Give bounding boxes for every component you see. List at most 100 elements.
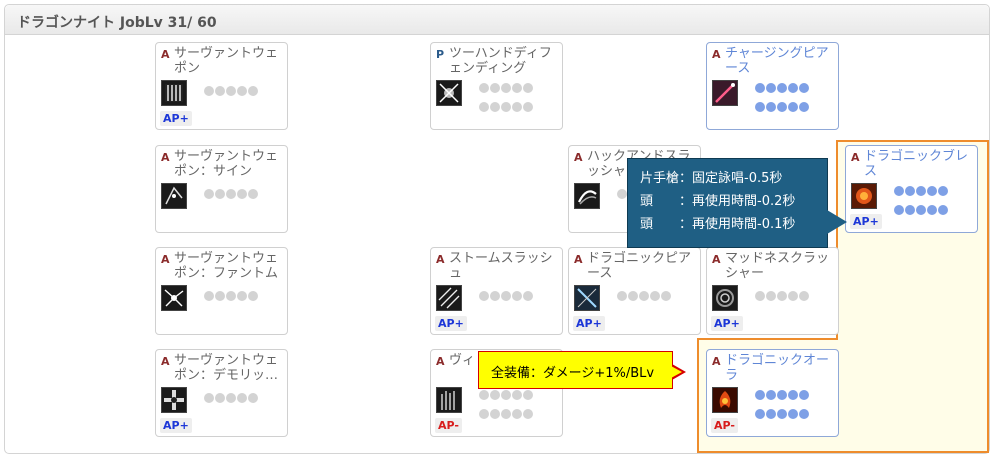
skill-card[interactable]: A チャージングピアース	[706, 42, 839, 130]
level-dot[interactable]	[501, 102, 511, 112]
level-dot[interactable]	[755, 390, 765, 400]
level-dot[interactable]	[523, 390, 533, 400]
level-dot[interactable]	[755, 102, 765, 112]
level-dot[interactable]	[490, 390, 500, 400]
level-dot[interactable]	[777, 83, 787, 93]
level-dot[interactable]	[894, 186, 904, 196]
level-dot[interactable]	[512, 102, 522, 112]
level-dot[interactable]	[927, 186, 937, 196]
level-dot[interactable]	[248, 393, 258, 403]
level-dot[interactable]	[512, 390, 522, 400]
level-dot[interactable]	[799, 102, 809, 112]
level-dot[interactable]	[650, 291, 660, 301]
level-dot[interactable]	[788, 102, 798, 112]
level-dot[interactable]	[766, 409, 776, 419]
level-dot[interactable]	[788, 83, 798, 93]
level-dot[interactable]	[215, 291, 225, 301]
skill-card[interactable]: A サーヴァントウェポン：デモリッ… AP+	[155, 349, 288, 437]
skill-card[interactable]: A ドラゴニックオーラ AP-	[706, 349, 839, 437]
level-dot[interactable]	[777, 291, 787, 301]
level-dot[interactable]	[248, 291, 258, 301]
level-dot[interactable]	[501, 291, 511, 301]
level-dot[interactable]	[799, 390, 809, 400]
level-dot[interactable]	[215, 86, 225, 96]
level-dot[interactable]	[799, 291, 809, 301]
level-dot[interactable]	[479, 291, 489, 301]
level-dot[interactable]	[501, 83, 511, 93]
level-dot[interactable]	[479, 102, 489, 112]
level-dot[interactable]	[916, 186, 926, 196]
level-dot[interactable]	[226, 189, 236, 199]
level-dot[interactable]	[755, 409, 765, 419]
skill-card[interactable]: P ツーハンドディフェンディング	[430, 42, 563, 130]
level-dot[interactable]	[617, 291, 627, 301]
level-dot[interactable]	[479, 409, 489, 419]
skill-card[interactable]: A ドラゴニックピアース AP+	[568, 247, 701, 335]
level-dot[interactable]	[523, 291, 533, 301]
skill-card[interactable]: A マッドネスクラッシャー AP+	[706, 247, 839, 335]
level-dot[interactable]	[512, 291, 522, 301]
level-dot[interactable]	[639, 291, 649, 301]
level-dot[interactable]	[490, 83, 500, 93]
level-dot[interactable]	[215, 393, 225, 403]
level-dot[interactable]	[204, 291, 214, 301]
level-dot[interactable]	[766, 83, 776, 93]
level-dot[interactable]	[894, 205, 904, 215]
level-dot[interactable]	[777, 390, 787, 400]
skill-card[interactable]: A ストームスラッシュ AP+	[430, 247, 563, 335]
skill-type-label: A	[436, 355, 445, 368]
skill-card[interactable]: A ドラゴニックブレス AP+	[845, 145, 978, 233]
level-dot[interactable]	[204, 86, 214, 96]
level-dot[interactable]	[490, 102, 500, 112]
level-dot[interactable]	[204, 189, 214, 199]
level-dot[interactable]	[204, 393, 214, 403]
skill-card[interactable]: A サーヴァントウェポン：サイン	[155, 145, 288, 233]
level-dot[interactable]	[905, 205, 915, 215]
level-dot[interactable]	[479, 390, 489, 400]
skill-card[interactable]: A サーヴァントウェポン AP+	[155, 42, 288, 130]
level-dot[interactable]	[248, 189, 258, 199]
level-dot[interactable]	[226, 291, 236, 301]
level-dot[interactable]	[916, 205, 926, 215]
level-dot[interactable]	[777, 409, 787, 419]
level-dot[interactable]	[237, 291, 247, 301]
level-dot[interactable]	[226, 393, 236, 403]
level-dot[interactable]	[215, 189, 225, 199]
level-dot[interactable]	[799, 83, 809, 93]
level-dot[interactable]	[766, 390, 776, 400]
level-dot[interactable]	[788, 390, 798, 400]
level-dot[interactable]	[237, 393, 247, 403]
skill-level-dots	[479, 80, 559, 118]
skill-card[interactable]: A サーヴァントウェポン：ファントム	[155, 247, 288, 335]
level-dot[interactable]	[523, 409, 533, 419]
level-dot[interactable]	[788, 291, 798, 301]
level-dot[interactable]	[490, 409, 500, 419]
level-dot[interactable]	[237, 189, 247, 199]
spear-guard-icon	[436, 80, 462, 106]
level-dot[interactable]	[523, 83, 533, 93]
level-dot[interactable]	[938, 205, 948, 215]
level-dot[interactable]	[479, 83, 489, 93]
level-dot[interactable]	[661, 291, 671, 301]
level-dot[interactable]	[927, 205, 937, 215]
level-dot[interactable]	[777, 102, 787, 112]
level-dot[interactable]	[512, 409, 522, 419]
level-dot[interactable]	[501, 409, 511, 419]
level-dot[interactable]	[766, 102, 776, 112]
level-dot[interactable]	[938, 186, 948, 196]
level-dot[interactable]	[490, 291, 500, 301]
level-dot[interactable]	[237, 86, 247, 96]
level-dot[interactable]	[788, 409, 798, 419]
level-dot[interactable]	[628, 291, 638, 301]
level-dot[interactable]	[523, 102, 533, 112]
level-dot[interactable]	[226, 86, 236, 96]
level-dot[interactable]	[248, 86, 258, 96]
level-dot[interactable]	[512, 83, 522, 93]
level-dot[interactable]	[755, 83, 765, 93]
level-dot[interactable]	[766, 291, 776, 301]
level-dot[interactable]	[905, 186, 915, 196]
level-dot[interactable]	[799, 409, 809, 419]
level-dot[interactable]	[617, 189, 627, 199]
level-dot[interactable]	[755, 291, 765, 301]
level-dot[interactable]	[501, 390, 511, 400]
